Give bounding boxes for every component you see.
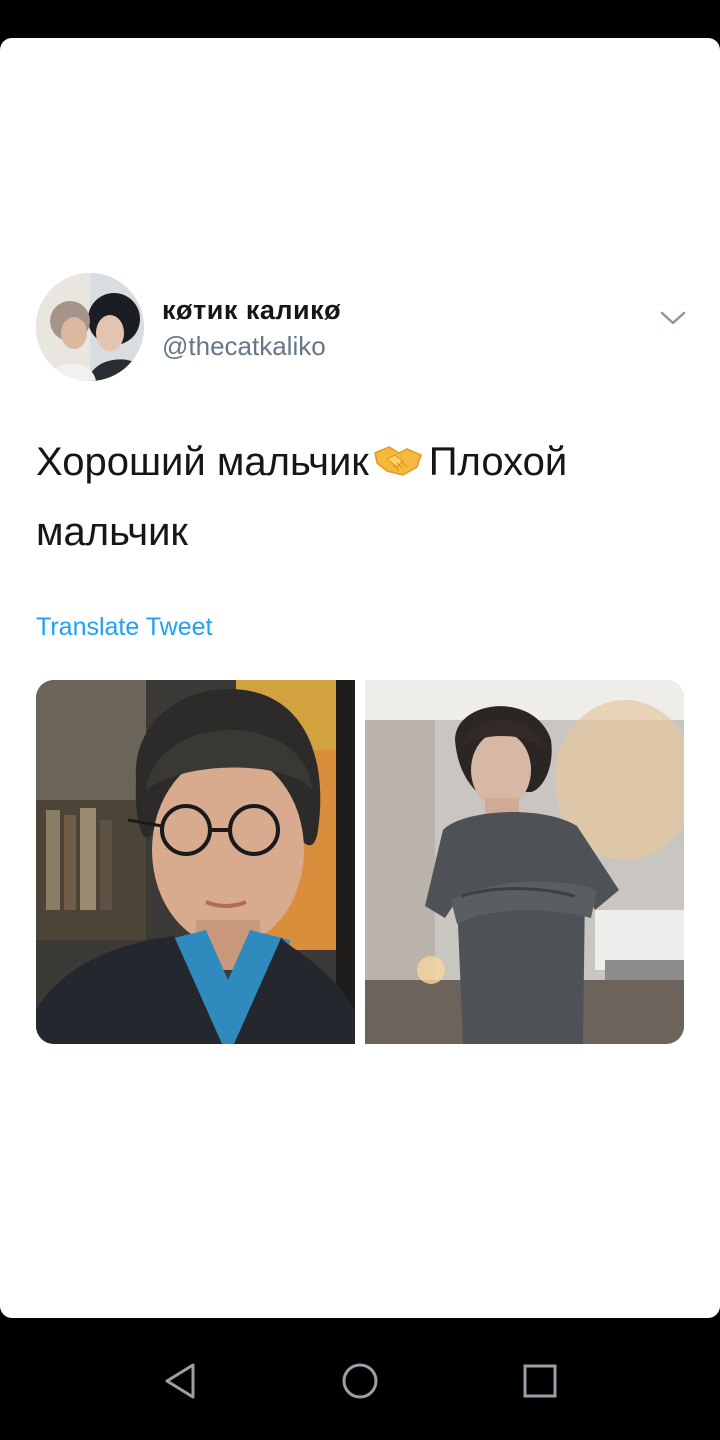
back-icon[interactable] <box>157 1358 203 1404</box>
tweet-card: кøтик каликø @thecatkaliko Хороший мальч… <box>0 38 720 1318</box>
home-icon[interactable] <box>337 1358 383 1404</box>
tweet-header: кøтик каликø @thecatkaliko <box>36 273 696 383</box>
photo-right[interactable] <box>365 680 684 1044</box>
handshake-emoji-icon <box>373 436 423 500</box>
screen: кøтик каликø @thecatkaliko Хороший мальч… <box>0 0 720 1440</box>
tweet-text: Хороший мальчик Плохой мальчик <box>36 430 676 564</box>
translate-tweet-link[interactable]: Translate Tweet <box>36 613 212 642</box>
photo-left[interactable] <box>36 680 355 1044</box>
avatar[interactable] <box>36 273 144 381</box>
tweet-text-part-1: Хороший мальчик <box>36 440 369 484</box>
media-grid <box>36 680 684 1044</box>
handle[interactable]: @thecatkaliko <box>162 331 326 362</box>
chevron-down-icon[interactable] <box>658 303 688 333</box>
recents-icon[interactable] <box>517 1358 563 1404</box>
display-name[interactable]: кøтик каликø <box>162 295 341 326</box>
system-navigation-bar <box>0 1318 720 1440</box>
